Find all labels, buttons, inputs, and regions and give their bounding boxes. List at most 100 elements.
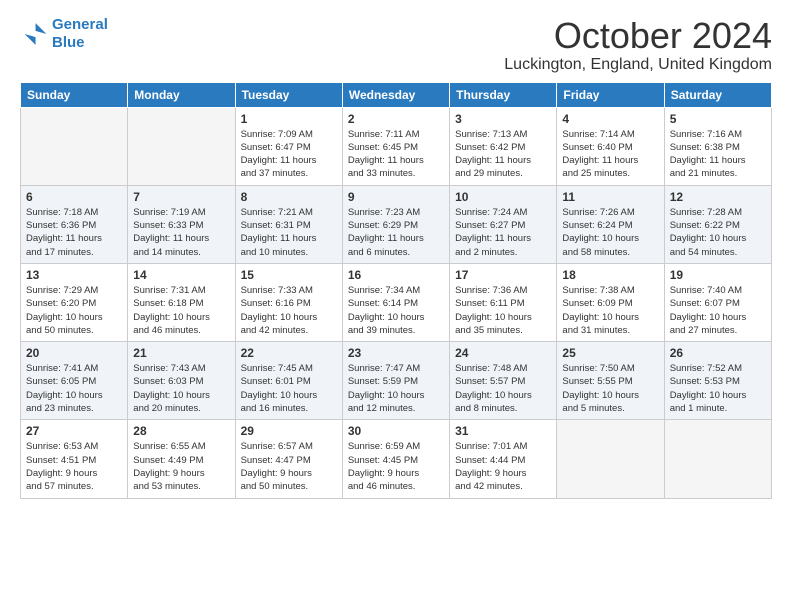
day-number: 13 [26, 268, 122, 282]
col-wednesday: Wednesday [342, 82, 449, 107]
day-number: 12 [670, 190, 766, 204]
day-info: Sunrise: 7:43 AM Sunset: 6:03 PM Dayligh… [133, 362, 229, 415]
calendar-day: 26 Sunrise: 7:52 AM Sunset: 5:53 PM Dayli… [664, 342, 771, 420]
calendar-day: 24 Sunrise: 7:48 AM Sunset: 5:57 PM Dayli… [450, 342, 557, 420]
day-number: 1 [241, 112, 337, 126]
calendar-day: 1 Sunrise: 7:09 AM Sunset: 6:47 PM Daylig… [235, 107, 342, 185]
day-info: Sunrise: 7:23 AM Sunset: 6:29 PM Dayligh… [348, 206, 444, 259]
day-number: 17 [455, 268, 551, 282]
day-info: Sunrise: 7:50 AM Sunset: 5:55 PM Dayligh… [562, 362, 658, 415]
calendar-day: 20Sunrise: 7:41 AM Sunset: 6:05 PM Dayli… [21, 342, 128, 420]
day-info: Sunrise: 7:52 AM Sunset: 5:53 PM Dayligh… [670, 362, 766, 415]
day-info: Sunrise: 7:47 AM Sunset: 5:59 PM Dayligh… [348, 362, 444, 415]
header: General Blue October 2024 Luckington, En… [20, 16, 772, 74]
calendar-day: 14Sunrise: 7:31 AM Sunset: 6:18 PM Dayli… [128, 263, 235, 341]
day-number: 26 [670, 346, 766, 360]
day-info: Sunrise: 7:41 AM Sunset: 6:05 PM Dayligh… [26, 362, 122, 415]
day-number: 2 [348, 112, 444, 126]
col-saturday: Saturday [664, 82, 771, 107]
calendar-day: 11 Sunrise: 7:26 AM Sunset: 6:24 PM Dayli… [557, 185, 664, 263]
calendar-day: 10 Sunrise: 7:24 AM Sunset: 6:27 PM Dayli… [450, 185, 557, 263]
day-number: 7 [133, 190, 229, 204]
calendar-day: 30 Sunrise: 6:59 AM Sunset: 4:45 PM Dayli… [342, 420, 449, 498]
day-number: 14 [133, 268, 229, 282]
logo: General Blue [20, 16, 108, 52]
day-info: Sunrise: 7:33 AM Sunset: 6:16 PM Dayligh… [241, 284, 337, 337]
col-tuesday: Tuesday [235, 82, 342, 107]
day-number: 8 [241, 190, 337, 204]
day-number: 15 [241, 268, 337, 282]
calendar-week-1: 1 Sunrise: 7:09 AM Sunset: 6:47 PM Daylig… [21, 107, 772, 185]
day-number: 22 [241, 346, 337, 360]
day-number: 10 [455, 190, 551, 204]
day-info: Sunrise: 7:38 AM Sunset: 6:09 PM Dayligh… [562, 284, 658, 337]
calendar-day: 31 Sunrise: 7:01 AM Sunset: 4:44 PM Dayli… [450, 420, 557, 498]
day-info: Sunrise: 7:01 AM Sunset: 4:44 PM Dayligh… [455, 440, 551, 493]
calendar-day: 12 Sunrise: 7:28 AM Sunset: 6:22 PM Dayli… [664, 185, 771, 263]
calendar-day: 7 Sunrise: 7:19 AM Sunset: 6:33 PM Daylig… [128, 185, 235, 263]
calendar-week-4: 20Sunrise: 7:41 AM Sunset: 6:05 PM Dayli… [21, 342, 772, 420]
col-friday: Friday [557, 82, 664, 107]
day-info: Sunrise: 7:24 AM Sunset: 6:27 PM Dayligh… [455, 206, 551, 259]
day-info: Sunrise: 7:34 AM Sunset: 6:14 PM Dayligh… [348, 284, 444, 337]
day-number: 25 [562, 346, 658, 360]
calendar-day: 29 Sunrise: 6:57 AM Sunset: 4:47 PM Dayli… [235, 420, 342, 498]
calendar-table: Sunday Monday Tuesday Wednesday Thursday… [20, 82, 772, 499]
day-info: Sunrise: 7:13 AM Sunset: 6:42 PM Dayligh… [455, 128, 551, 181]
calendar-day: 3 Sunrise: 7:13 AM Sunset: 6:42 PM Daylig… [450, 107, 557, 185]
calendar-day: 9Sunrise: 7:23 AM Sunset: 6:29 PM Daylig… [342, 185, 449, 263]
month-title: October 2024 [504, 16, 772, 56]
day-number: 11 [562, 190, 658, 204]
calendar-day: 28Sunrise: 6:55 AM Sunset: 4:49 PM Dayli… [128, 420, 235, 498]
day-info: Sunrise: 6:59 AM Sunset: 4:45 PM Dayligh… [348, 440, 444, 493]
calendar-day [664, 420, 771, 498]
title-block: October 2024 Luckington, England, United… [504, 16, 772, 74]
calendar-day: 15 Sunrise: 7:33 AM Sunset: 6:16 PM Dayli… [235, 263, 342, 341]
day-info: Sunrise: 6:55 AM Sunset: 4:49 PM Dayligh… [133, 440, 229, 493]
day-number: 21 [133, 346, 229, 360]
calendar-day [21, 107, 128, 185]
calendar-week-3: 13 Sunrise: 7:29 AM Sunset: 6:20 PM Dayli… [21, 263, 772, 341]
day-number: 30 [348, 424, 444, 438]
calendar-day: 22 Sunrise: 7:45 AM Sunset: 6:01 PM Dayli… [235, 342, 342, 420]
calendar-day: 23 Sunrise: 7:47 AM Sunset: 5:59 PM Dayli… [342, 342, 449, 420]
day-number: 16 [348, 268, 444, 282]
calendar-day: 2Sunrise: 7:11 AM Sunset: 6:45 PM Daylig… [342, 107, 449, 185]
calendar-day: 17Sunrise: 7:36 AM Sunset: 6:11 PM Dayli… [450, 263, 557, 341]
day-number: 18 [562, 268, 658, 282]
day-number: 29 [241, 424, 337, 438]
day-number: 23 [348, 346, 444, 360]
day-number: 31 [455, 424, 551, 438]
day-info: Sunrise: 7:40 AM Sunset: 6:07 PM Dayligh… [670, 284, 766, 337]
day-number: 5 [670, 112, 766, 126]
day-number: 27 [26, 424, 122, 438]
day-number: 3 [455, 112, 551, 126]
calendar-day [557, 420, 664, 498]
day-info: Sunrise: 6:53 AM Sunset: 4:51 PM Dayligh… [26, 440, 122, 493]
day-info: Sunrise: 7:28 AM Sunset: 6:22 PM Dayligh… [670, 206, 766, 259]
calendar-week-2: 6Sunrise: 7:18 AM Sunset: 6:36 PM Daylig… [21, 185, 772, 263]
calendar-day: 25 Sunrise: 7:50 AM Sunset: 5:55 PM Dayli… [557, 342, 664, 420]
day-info: Sunrise: 7:09 AM Sunset: 6:47 PM Dayligh… [241, 128, 337, 181]
calendar-day: 18 Sunrise: 7:38 AM Sunset: 6:09 PM Dayli… [557, 263, 664, 341]
logo-line2: Blue [52, 34, 85, 51]
day-number: 19 [670, 268, 766, 282]
calendar-day: 5 Sunrise: 7:16 AM Sunset: 6:38 PM Daylig… [664, 107, 771, 185]
day-info: Sunrise: 7:19 AM Sunset: 6:33 PM Dayligh… [133, 206, 229, 259]
day-info: Sunrise: 7:14 AM Sunset: 6:40 PM Dayligh… [562, 128, 658, 181]
col-thursday: Thursday [450, 82, 557, 107]
day-info: Sunrise: 7:48 AM Sunset: 5:57 PM Dayligh… [455, 362, 551, 415]
logo-text: General Blue [52, 16, 108, 52]
calendar-day: 6Sunrise: 7:18 AM Sunset: 6:36 PM Daylig… [21, 185, 128, 263]
day-number: 24 [455, 346, 551, 360]
day-info: Sunrise: 6:57 AM Sunset: 4:47 PM Dayligh… [241, 440, 337, 493]
day-info: Sunrise: 7:26 AM Sunset: 6:24 PM Dayligh… [562, 206, 658, 259]
day-info: Sunrise: 7:45 AM Sunset: 6:01 PM Dayligh… [241, 362, 337, 415]
day-info: Sunrise: 7:16 AM Sunset: 6:38 PM Dayligh… [670, 128, 766, 181]
calendar-week-5: 27 Sunrise: 6:53 AM Sunset: 4:51 PM Dayli… [21, 420, 772, 498]
day-info: Sunrise: 7:29 AM Sunset: 6:20 PM Dayligh… [26, 284, 122, 337]
calendar-day: 19 Sunrise: 7:40 AM Sunset: 6:07 PM Dayli… [664, 263, 771, 341]
location: Luckington, England, United Kingdom [504, 56, 772, 74]
col-monday: Monday [128, 82, 235, 107]
calendar-day: 16 Sunrise: 7:34 AM Sunset: 6:14 PM Dayli… [342, 263, 449, 341]
